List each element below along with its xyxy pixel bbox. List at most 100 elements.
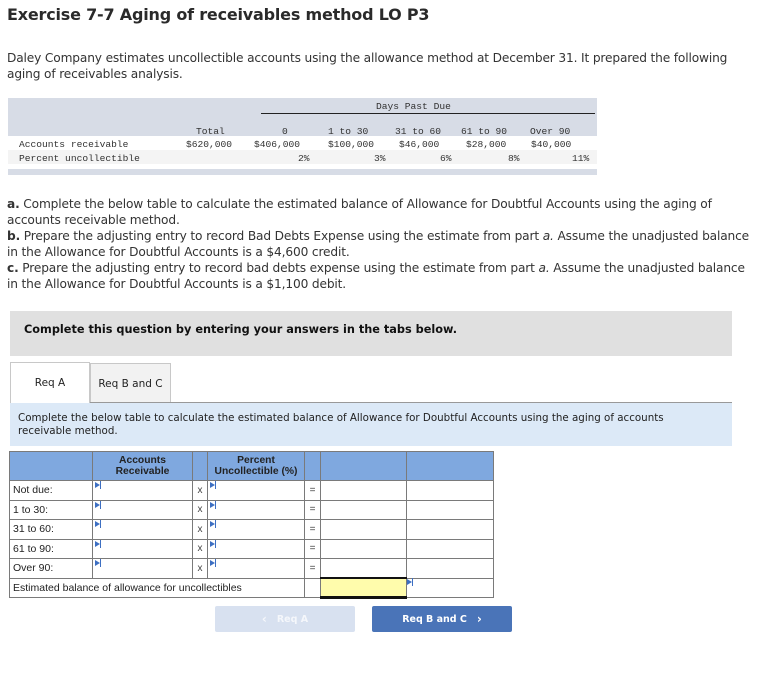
input-marker-icon [95, 559, 101, 567]
multiply-sign: x [192, 558, 208, 579]
accounts-receivable-input[interactable] [92, 499, 193, 520]
prev-req-a-button[interactable]: ‹ Req A [215, 606, 355, 632]
grid-header-blank [192, 451, 208, 481]
aging-cell: $620,000 [186, 139, 233, 150]
aging-cell: $406,000 [254, 139, 301, 150]
blank-cell [406, 519, 494, 540]
grid-header-blank [9, 451, 93, 481]
row-label: Over 90: [9, 558, 93, 579]
result-cell[interactable] [320, 499, 407, 520]
result-cell[interactable] [320, 519, 407, 540]
instruction-italic: a. [542, 229, 554, 243]
instruction-tag: c. [7, 261, 19, 275]
input-marker-icon [95, 539, 101, 548]
aging-cell: $40,000 [531, 139, 572, 150]
input-marker-icon [210, 520, 216, 528]
next-button-label: Req B and C [402, 613, 467, 625]
instruction-text: Prepare the adjusting entry to record Ba… [20, 229, 543, 243]
equals-sign: = [304, 519, 321, 540]
aging-row-label: Accounts receivable [19, 139, 129, 150]
chevron-right-icon: › [476, 612, 482, 626]
aging-cell: 8% [508, 153, 520, 164]
input-marker-icon [210, 539, 216, 548]
aging-col-header: 31 to 60 [395, 126, 442, 137]
aging-cell: $100,000 [328, 139, 375, 150]
table-row: Over 90: x = [9, 558, 494, 579]
aging-cell: 6% [440, 153, 452, 164]
equals-sign: = [304, 558, 321, 579]
accounts-receivable-input[interactable] [92, 519, 193, 540]
percent-uncollectible-input[interactable] [207, 519, 305, 540]
total-label: Estimated balance of allowance for uncol… [9, 577, 305, 598]
aging-cell: 11% [572, 153, 590, 164]
grid-header-blank [406, 451, 494, 481]
input-marker-icon [407, 577, 413, 586]
next-req-b-and-c-button[interactable]: Req B and C › [372, 606, 512, 632]
aging-row-label: Percent uncollectible [19, 153, 140, 164]
result-cell[interactable] [320, 558, 407, 579]
aging-col-header: 61 to 90 [461, 126, 508, 137]
table-row: 31 to 60: x = [9, 519, 494, 540]
tab-req-a[interactable]: Req A [10, 362, 90, 403]
grid-header-blank [304, 451, 321, 481]
chevron-left-icon: ‹ [261, 612, 267, 626]
percent-uncollectible-input[interactable] [207, 499, 305, 520]
row-label: Not due: [9, 480, 93, 501]
instruction-text: Complete the below table to calculate th… [7, 197, 712, 227]
complete-banner: Complete this question by entering your … [10, 311, 732, 356]
input-marker-icon [95, 500, 101, 509]
instruction-b: b. Prepare the adjusting entry to record… [7, 228, 752, 260]
aging-group-header: Days Past Due [376, 101, 451, 112]
multiply-sign: x [192, 538, 208, 559]
blank-cell [406, 499, 494, 520]
instruction-c: c. Prepare the adjusting entry to record… [7, 260, 752, 292]
blank-cell [304, 577, 321, 598]
multiply-sign: x [192, 519, 208, 540]
equals-sign: = [304, 480, 321, 501]
multiply-sign: x [192, 480, 208, 501]
row-label: 61 to 90: [9, 538, 93, 559]
percent-uncollectible-input[interactable] [207, 538, 305, 559]
aging-table: Days Past Due Total 0 1 to 30 31 to 60 6… [8, 98, 597, 175]
multiply-sign: x [192, 499, 208, 520]
aging-cell: 2% [298, 153, 310, 164]
aging-col-header: 1 to 30 [328, 126, 369, 137]
blank-cell [406, 480, 494, 501]
accounts-receivable-input[interactable] [92, 538, 193, 559]
grid-header-blank [320, 451, 407, 481]
input-marker-icon [95, 481, 101, 489]
tab-instruction-box: Complete the below table to calculate th… [10, 403, 732, 446]
result-cell[interactable] [320, 480, 407, 501]
aging-cell: $28,000 [466, 139, 507, 150]
instruction-tag: a. [7, 197, 20, 211]
input-marker-icon [210, 559, 216, 567]
grid-header-accounts-receivable: Accounts Receivable [92, 451, 193, 481]
instruction-italic: a. [538, 261, 550, 275]
estimated-allowance-total-input[interactable] [320, 577, 407, 599]
input-marker-icon [210, 481, 216, 489]
total-row: Estimated balance of allowance for uncol… [9, 577, 494, 599]
blank-cell [406, 538, 494, 559]
table-row: 1 to 30: x = [9, 499, 494, 520]
tab-instruction-text: Complete the below table to calculate th… [18, 412, 664, 437]
blank-cell [406, 577, 494, 598]
input-marker-icon [95, 520, 101, 528]
grid-header-row: Accounts Receivable Percent Uncollectibl… [9, 451, 494, 481]
grid-header-percent-uncollectible: Percent Uncollectible (%) [207, 451, 305, 481]
tab-req-b-and-c[interactable]: Req B and C [90, 363, 171, 403]
accounts-receivable-input[interactable] [92, 480, 193, 501]
input-marker-icon [210, 500, 216, 509]
instruction-a: a. Complete the below table to calculate… [7, 196, 752, 228]
table-row: 61 to 90: x = [9, 538, 494, 559]
aging-header-rule [261, 113, 595, 114]
row-label: 31 to 60: [9, 519, 93, 540]
instruction-text: Prepare the adjusting entry to record ba… [18, 261, 539, 275]
blank-cell [406, 558, 494, 579]
percent-uncollectible-input[interactable] [207, 480, 305, 501]
instructions: a. Complete the below table to calculate… [7, 196, 752, 292]
aging-cell: $46,000 [399, 139, 440, 150]
accounts-receivable-input[interactable] [92, 558, 193, 579]
result-cell[interactable] [320, 538, 407, 559]
percent-uncollectible-input[interactable] [207, 558, 305, 579]
page-title: Exercise 7-7 Aging of receivables method… [7, 5, 430, 24]
